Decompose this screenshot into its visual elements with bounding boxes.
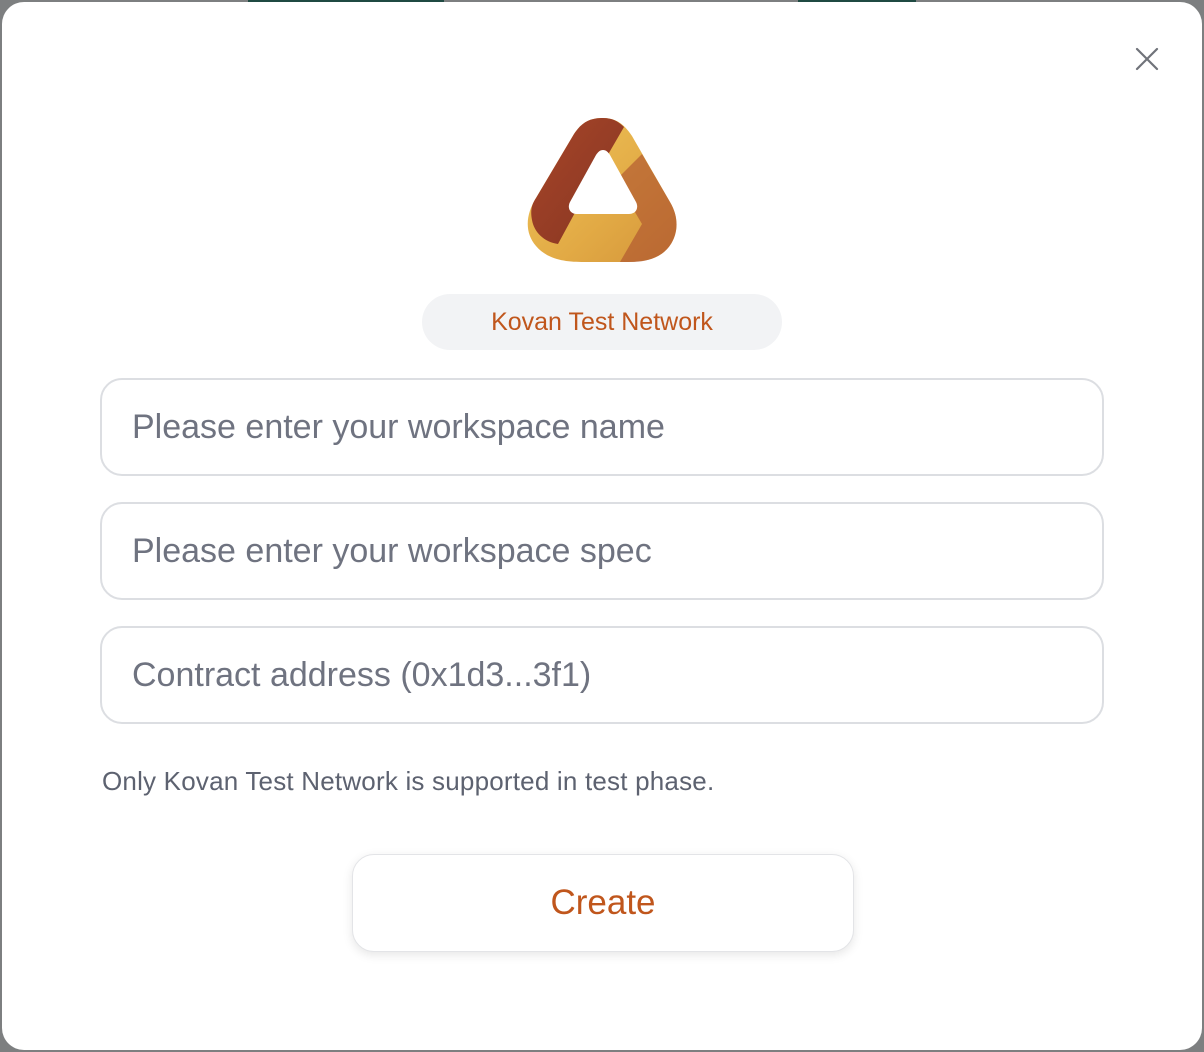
tri-loop-logo-icon bbox=[524, 114, 682, 264]
create-workspace-modal: Kovan Test Network Only Kovan Test Netwo… bbox=[2, 2, 1202, 1050]
network-hint-text: Only Kovan Test Network is supported in … bbox=[102, 766, 715, 796]
create-button-label: Create bbox=[550, 883, 656, 922]
workspace-spec-input[interactable] bbox=[100, 502, 1104, 600]
close-icon bbox=[1135, 47, 1159, 71]
close-button[interactable] bbox=[1132, 44, 1162, 74]
network-label: Kovan Test Network bbox=[491, 307, 713, 336]
create-button[interactable]: Create bbox=[352, 854, 854, 952]
contract-address-input[interactable] bbox=[100, 626, 1104, 724]
workspace-name-input[interactable] bbox=[100, 378, 1104, 476]
network-selector[interactable]: Kovan Test Network bbox=[422, 294, 782, 350]
